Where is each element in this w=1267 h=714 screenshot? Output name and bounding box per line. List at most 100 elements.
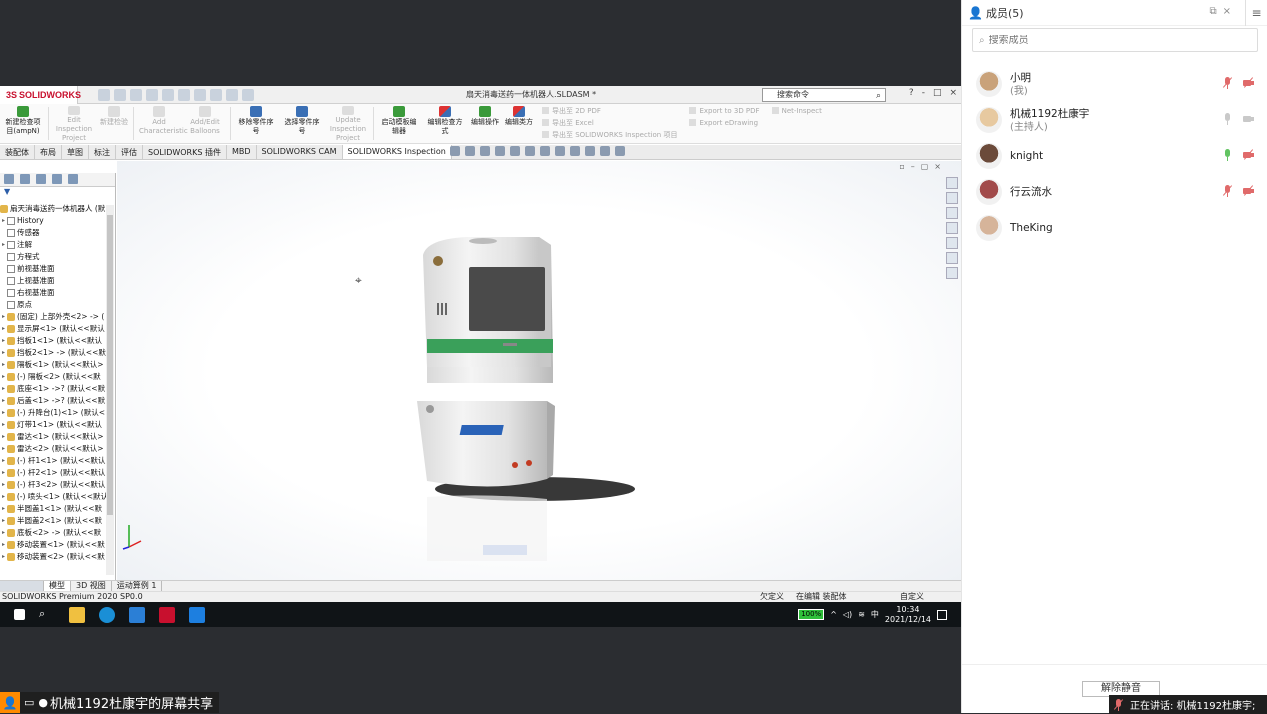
ribbon-button[interactable]: Add Characteristic <box>136 104 188 143</box>
camera-off-icon[interactable] <box>1243 77 1254 89</box>
zoom-fit-icon[interactable] <box>450 146 460 156</box>
hide-show-items-icon[interactable] <box>555 146 565 156</box>
member-row[interactable]: 机械1192杜康宇 (主持人) <box>962 102 1267 138</box>
display-style-icon[interactable] <box>540 146 550 156</box>
close-icon[interactable]: × <box>934 162 947 171</box>
expand-arrow-icon[interactable]: ▸ <box>0 323 7 335</box>
tab-6[interactable]: MBD <box>227 145 257 159</box>
minimize-button[interactable]: - <box>922 88 925 98</box>
camera-off-icon[interactable] <box>1243 185 1254 197</box>
tab-2[interactable]: 草图 <box>62 145 89 159</box>
microphone-icon[interactable] <box>1222 149 1233 161</box>
microphone-icon[interactable] <box>1222 113 1233 125</box>
expand-arrow-icon[interactable]: ▸ <box>0 239 7 251</box>
robot-model[interactable] <box>407 231 647 591</box>
tree-item[interactable]: 原点 <box>0 299 108 311</box>
ribbon-button[interactable]: 编辑类方 <box>502 104 536 143</box>
custom-properties-icon[interactable] <box>946 252 958 264</box>
search-icon[interactable]: ⌕ <box>39 607 55 623</box>
expand-arrow-icon[interactable]: ▸ <box>0 479 7 491</box>
home-icon[interactable] <box>98 88 110 101</box>
graphics-viewport[interactable]: ▫–▢× ⌖ <box>117 161 961 580</box>
camera-off-icon[interactable] <box>1243 149 1254 161</box>
expand-arrow-icon[interactable]: ▸ <box>0 515 7 527</box>
solidworks-taskbar-icon[interactable] <box>159 606 175 623</box>
microphone-muted-icon[interactable] <box>1222 185 1233 197</box>
microphone-muted-icon[interactable] <box>1222 77 1233 89</box>
bottom-tab-1[interactable]: 3D 视图 <box>71 581 112 591</box>
ribbon-export-item[interactable]: 导出至 Excel <box>542 117 677 129</box>
configuration-manager-tab-icon[interactable] <box>36 174 46 184</box>
zoom-area-icon[interactable] <box>465 146 475 156</box>
avatar[interactable] <box>976 179 1002 205</box>
tree-scrollbar[interactable] <box>106 205 114 575</box>
expand-arrow-icon[interactable]: ▸ <box>0 491 7 503</box>
tab-8[interactable]: SOLIDWORKS Inspection <box>342 145 452 159</box>
open-folder-icon[interactable] <box>130 88 142 101</box>
windows-start-icon[interactable] <box>14 609 25 620</box>
ribbon-button[interactable]: 编辑检查方式 <box>422 104 468 143</box>
ribbon-export-item[interactable]: Export eDrawing <box>689 117 759 129</box>
ribbon-export-item[interactable]: Export to 3D PDF <box>689 105 759 117</box>
member-row[interactable]: 小明 (我) <box>962 66 1267 102</box>
expand-arrow-icon[interactable]: ▸ <box>0 527 7 539</box>
tree-item[interactable]: ▸ (固定) 上部外壳<2> -> ( <box>0 311 108 323</box>
tree-item[interactable]: 上视基准面 <box>0 275 108 287</box>
expand-arrow-icon[interactable]: ▸ <box>0 539 7 551</box>
tree-item[interactable]: ▸ 灯带1<1> (默认<<默认 <box>0 419 108 431</box>
expand-arrow-icon[interactable]: ▸ <box>0 383 7 395</box>
file-explorer-icon[interactable] <box>946 207 958 219</box>
tree-item[interactable]: ▸ 隔板<1> (默认<<默认> <box>0 359 108 371</box>
tab-4[interactable]: 评估 <box>116 145 143 159</box>
tree-item[interactable]: ▸ 半圆盖2<1> (默认<<默 <box>0 515 108 527</box>
status-custom-units[interactable]: 自定义 <box>900 592 924 602</box>
ribbon-button[interactable]: 移除零件序号 <box>233 104 279 143</box>
undo-icon[interactable] <box>178 88 190 101</box>
ribbon-button[interactable]: Edit Inspection Project <box>51 104 97 143</box>
tree-item[interactable]: ▸ 底板<2> -> (默认<<默 <box>0 527 108 539</box>
apply-scene-icon[interactable] <box>585 146 595 156</box>
ribbon-button[interactable]: 新建检验 <box>97 104 131 143</box>
restore-button[interactable]: □ <box>933 88 942 98</box>
expand-arrow-icon[interactable]: ▸ <box>0 431 7 443</box>
dynamic-annotation-icon[interactable] <box>510 146 520 156</box>
tree-item[interactable]: ▸ (-) 杆1<1> (默认<<默认 <box>0 455 108 467</box>
ribbon-button[interactable]: 新建检查项目(ampN) <box>0 104 46 143</box>
menu-icon[interactable]: ≡ <box>1245 0 1267 26</box>
ribbon-button[interactable]: 启动模板编辑器 <box>376 104 422 143</box>
tree-root[interactable]: 扇天消毒送药一体机器人 (默 <box>0 203 105 215</box>
meeting-app-icon[interactable] <box>189 606 205 623</box>
tab-1[interactable]: 布局 <box>35 145 62 159</box>
ribbon-export-item[interactable]: 导出至 SOLIDWORKS Inspection 项目 <box>542 129 677 141</box>
tree-item[interactable]: ▸ (-) 杆2<1> (默认<<默认 <box>0 467 108 479</box>
app-k-icon[interactable] <box>129 606 145 623</box>
tree-item[interactable]: ▸ (-) 升降台(1)<1> (默认< <box>0 407 108 419</box>
forum-icon[interactable] <box>946 267 958 279</box>
expand-arrow-icon[interactable]: ▸ <box>0 467 7 479</box>
funnel-icon[interactable]: ▼ <box>0 187 115 199</box>
avatar[interactable] <box>976 143 1002 169</box>
new-file-icon[interactable] <box>114 88 126 101</box>
close-button[interactable]: × <box>949 88 957 98</box>
expand-arrow-icon[interactable]: ▸ <box>0 359 7 371</box>
tree-item[interactable]: ▸ (-) 喷头<1> (默认<<默认 <box>0 491 108 503</box>
popout-icon[interactable]: ⧉ <box>1209 6 1222 17</box>
expand-arrow-icon[interactable]: ▸ <box>0 311 7 323</box>
tree-item[interactable]: 传感器 <box>0 227 108 239</box>
print-icon[interactable] <box>162 88 174 101</box>
expand-arrow-icon[interactable]: ▸ <box>0 503 7 515</box>
expand-arrow-icon[interactable]: ▸ <box>0 551 7 563</box>
tree-item[interactable]: ▸ 挡板1<1> (默认<<默认 <box>0 335 108 347</box>
tree-item[interactable]: ▸ 移动装置<2> (默认<<默 <box>0 551 108 563</box>
tree-item[interactable]: ▸ 后盖<1> ->? (默认<<默 <box>0 395 108 407</box>
avatar[interactable] <box>976 71 1002 97</box>
tree-scroll-thumb[interactable] <box>107 215 113 515</box>
rebuild-icon[interactable] <box>210 88 222 101</box>
options-gear-icon[interactable] <box>242 88 254 101</box>
help-button[interactable]: ? <box>909 88 914 98</box>
expand-arrow-icon[interactable]: ▸ <box>0 335 7 347</box>
net-inspect-button[interactable]: Net-Inspect <box>772 105 822 117</box>
ime-indicator[interactable]: 中 <box>871 609 879 620</box>
file-explorer-icon[interactable] <box>69 606 85 623</box>
tab-3[interactable]: 标注 <box>89 145 116 159</box>
